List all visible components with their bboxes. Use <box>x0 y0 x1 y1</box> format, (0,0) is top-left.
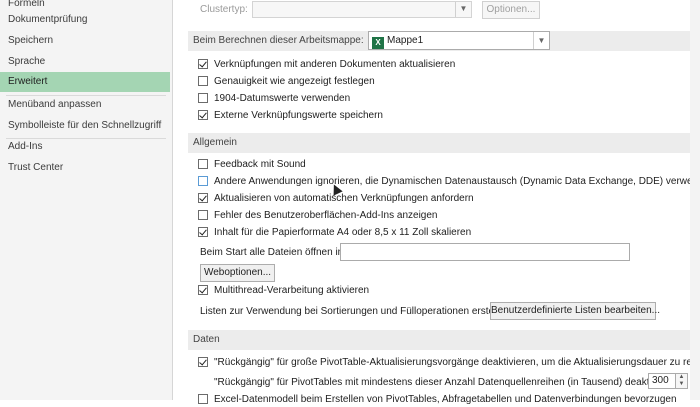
undo-rows-label: "Rückgängig" für PivotTables mit mindest… <box>214 377 682 388</box>
sidebar-item-schnellzugriff[interactable]: Symbolleiste für den Schnellzugriff <box>0 116 170 136</box>
checkbox[interactable] <box>198 110 208 120</box>
excel-icon: X <box>372 37 384 49</box>
check-addin-errors[interactable]: Fehler des Benutzeroberflächen-Add-Ins a… <box>198 209 437 223</box>
chevron-down-icon: ▼ <box>533 32 549 49</box>
lists-label: Listen zur Verwendung bei Sortierungen u… <box>200 306 513 317</box>
clustertyp-dropdown[interactable]: ▼ <box>252 1 472 18</box>
workbook-dropdown[interactable]: X Mappe1 ▼ <box>368 31 550 50</box>
check-1904-dates[interactable]: 1904-Datumswerte verwenden <box>198 92 350 106</box>
check-undo-large-pivot[interactable]: "Rückgängig" für große PivotTable-Aktual… <box>198 356 700 370</box>
checkbox[interactable] <box>198 227 208 237</box>
check-multithread[interactable]: Multithread-Verarbeitung aktivieren <box>198 284 369 298</box>
checkbox[interactable] <box>198 59 208 69</box>
sidebar-item-erweitert[interactable]: Erweitert <box>0 72 170 92</box>
sidebar-item-menueband[interactable]: Menüband anpassen <box>0 95 170 115</box>
spin-up-down-icon[interactable]: ▲ ▼ <box>676 373 688 389</box>
options-sidebar: Formeln Dokumentprüfung Speichern Sprach… <box>0 0 173 400</box>
checkbox[interactable] <box>198 210 208 220</box>
options-content: Clustertyp: ▼ Optionen... Beim Berechnen… <box>180 0 700 405</box>
check-scale-paper[interactable]: Inhalt für die Papierformate A4 oder 8,5… <box>198 226 471 240</box>
checkbox[interactable] <box>198 193 208 203</box>
clustertyp-label: Clustertyp: <box>200 4 248 15</box>
check-update-links[interactable]: Verknüpfungen mit anderen Dokumenten akt… <box>198 58 455 72</box>
web-options-button[interactable]: Weboptionen... <box>200 264 275 282</box>
checkbox[interactable] <box>198 285 208 295</box>
sidebar-item-dokumentpruefung[interactable]: Dokumentprüfung <box>0 10 170 30</box>
check-prefer-datamodel[interactable]: Excel-Datenmodell beim Erstellen von Piv… <box>198 393 677 407</box>
check-ignore-dde[interactable]: Andere Anwendungen ignorieren, die Dynam… <box>198 175 700 189</box>
checkbox[interactable] <box>198 76 208 86</box>
check-feedback-sound[interactable]: Feedback mit Sound <box>198 158 306 172</box>
startup-label: Beim Start alle Dateien öffnen in: <box>200 247 347 258</box>
vertical-scrollbar[interactable] <box>690 0 700 400</box>
data-section-header: Daten <box>188 330 692 350</box>
edit-lists-button[interactable]: Benutzerdefinierte Listen bearbeiten... <box>490 302 660 320</box>
chevron-down-icon: ▼ <box>455 2 471 17</box>
check-external-links[interactable]: Externe Verknüpfungswerte speichern <box>198 109 383 123</box>
check-precision[interactable]: Genauigkeit wie angezeigt festlegen <box>198 75 375 89</box>
checkbox[interactable] <box>198 176 208 186</box>
sidebar-item-trust-center[interactable]: Trust Center <box>0 158 170 178</box>
options-button[interactable]: Optionen... <box>482 1 540 19</box>
sidebar-item-speichern[interactable]: Speichern <box>0 31 170 51</box>
checkbox[interactable] <box>198 357 208 367</box>
checkbox[interactable] <box>198 93 208 103</box>
undo-rows-input[interactable]: 300 <box>648 373 676 389</box>
checkbox[interactable] <box>198 394 208 404</box>
sidebar-item-addins[interactable]: Add-Ins <box>0 137 170 157</box>
workbook-value: Mappe1 <box>387 35 424 46</box>
sidebar-item-sprache[interactable]: Sprache <box>0 52 170 72</box>
general-section-header: Allgemein <box>188 133 692 153</box>
checkbox[interactable] <box>198 159 208 169</box>
startup-folder-input[interactable] <box>340 243 630 261</box>
